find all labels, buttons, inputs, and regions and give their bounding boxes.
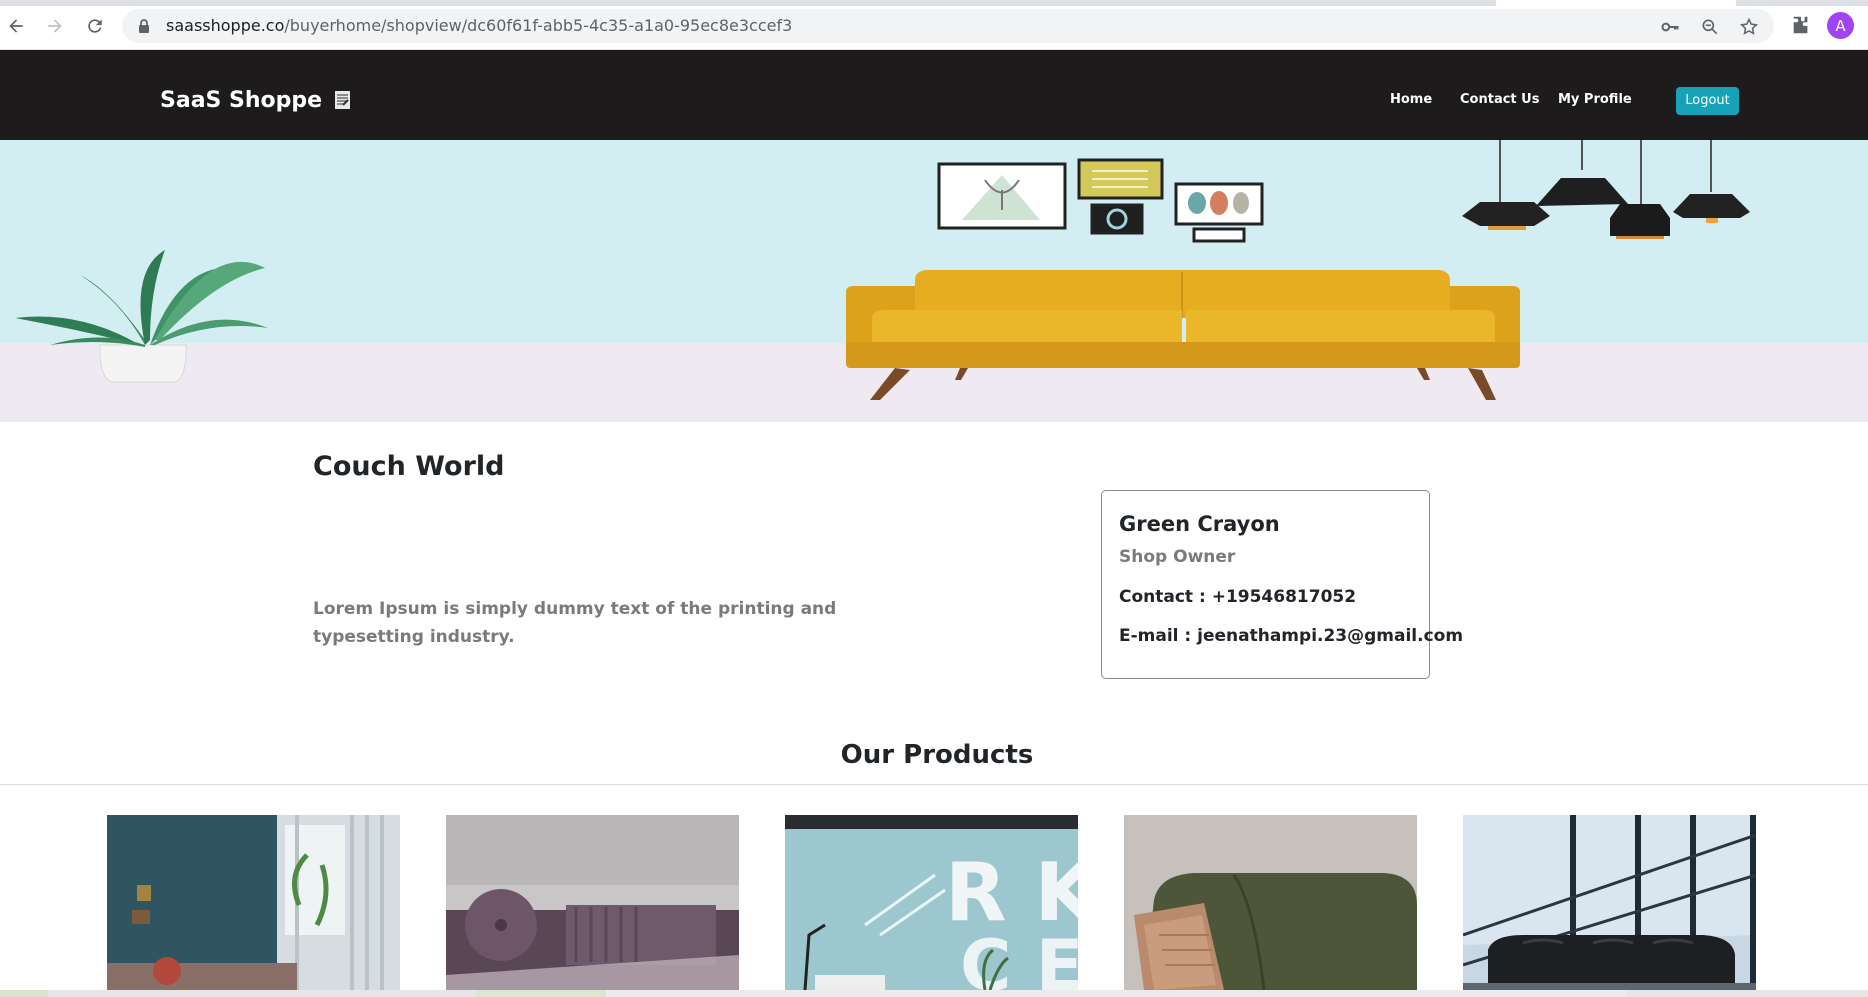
products-divider [0,784,1868,785]
tab-strip [0,0,1868,6]
reload-icon[interactable] [81,12,109,40]
nav-link-contact-us[interactable]: Contact Us [1460,92,1539,108]
product-image-glass-office: R K C E [785,815,1078,990]
products-heading: Our Products [840,740,1034,770]
product-image-card[interactable]: R K C E [785,815,1078,990]
product-image-card[interactable] [446,815,739,990]
product-image-dark-sofa [1463,815,1756,990]
product-image-purple-sofa [446,815,739,990]
url-host: saasshoppe.co [166,16,285,35]
owner-email: E-mail : jeenathampi.23@gmail.com [1119,626,1464,646]
scrollbar-thumb [606,990,1626,997]
product-image-card[interactable] [1463,815,1756,990]
scrollbar-segment [0,990,48,997]
lock-icon[interactable] [136,18,152,34]
shop-description: Lorem Ipsum is simply dummy text of the … [313,599,837,647]
scrollbar-segment [476,990,606,997]
address-bar[interactable]: saasshoppe.co/buyerhome/shopview/dc60f61… [122,9,1774,43]
zoom-out-icon[interactable] [1700,17,1720,37]
puzzle-icon[interactable] [1790,14,1812,36]
back-icon[interactable] [2,12,30,40]
product-image-card[interactable] [1124,815,1417,990]
star-icon[interactable] [1739,17,1759,37]
hero-illustration [0,140,1868,422]
active-tab-edge [1496,0,1736,6]
logout-button[interactable]: Logout [1676,87,1739,115]
horizontal-scrollbar[interactable] [0,990,1868,997]
url-text[interactable]: saasshoppe.co/buyerhome/shopview/dc60f61… [166,17,792,35]
owner-name: Green Crayon [1119,512,1280,536]
profile-avatar[interactable]: A [1827,12,1854,39]
hero-banner [0,140,1868,422]
product-image-teal-room [107,815,400,990]
product-image-green-sofa [1124,815,1417,990]
shop-title: Couch World [313,451,505,482]
browser-toolbar: saasshoppe.co/buyerhome/shopview/dc60f61… [0,0,1868,50]
url-path: /buyerhome/shopview/dc60f61f-abb5-4c35-a… [284,16,793,35]
product-image-card[interactable] [107,815,400,990]
brand-name: SaaS Shoppe [160,88,323,113]
owner-card: Green Crayon Shop Owner Contact : +19546… [1101,490,1463,679]
owner-contact: Contact : +19546817052 [1119,587,1357,607]
forward-icon[interactable] [41,12,69,40]
nav-link-home[interactable]: Home [1390,92,1432,108]
svg-text:C E: C E [960,925,1078,990]
nav-link-my-profile[interactable]: My Profile [1558,92,1632,108]
brand-logo[interactable]: SaaS Shoppe [160,87,351,115]
owner-role: Shop Owner [1119,547,1236,567]
site-navbar: SaaS Shoppe Home Contact Us My Profile L… [0,50,1868,140]
key-icon[interactable] [1660,17,1680,37]
receipt-icon [334,91,350,109]
